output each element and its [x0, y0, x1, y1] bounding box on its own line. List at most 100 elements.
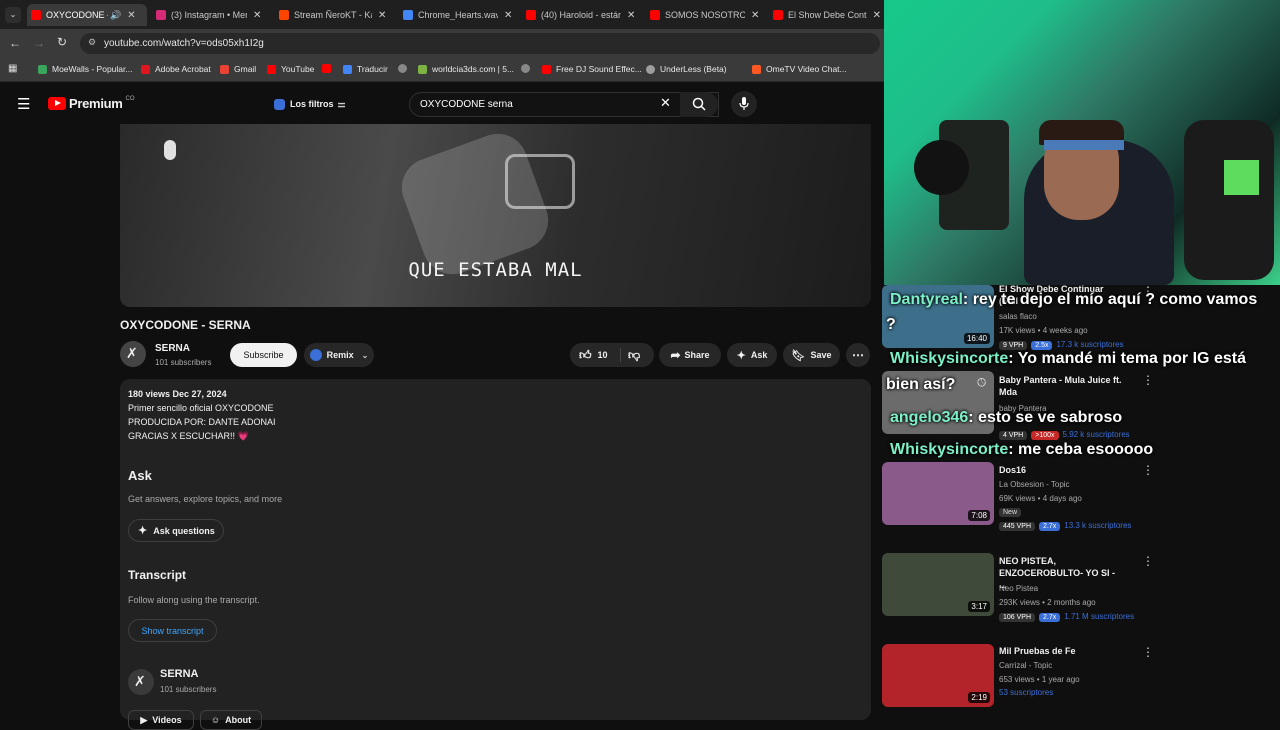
- close-icon[interactable]: ✕: [873, 10, 881, 21]
- bookmark-youtube[interactable]: YouTube: [267, 64, 314, 74]
- back-icon[interactable]: ←: [9, 36, 21, 50]
- tab-stream[interactable]: Stream ÑeroKT - Kan ✕: [275, 4, 395, 26]
- more-vertical-icon[interactable]: ⋮: [1142, 463, 1154, 477]
- stats-row: 106 VPH 2.7x 1.71 M suscriptores: [999, 612, 1134, 622]
- tab-oxycodone[interactable]: OXYCODONE - SE 🔊 ✕: [27, 4, 147, 26]
- bookmark-icon: [322, 64, 331, 73]
- channel-avatar[interactable]: ✗: [120, 341, 146, 367]
- video-thumbnail[interactable]: 3:17: [882, 553, 994, 616]
- subs-count: 5.92 k suscriptores: [1062, 430, 1130, 439]
- channel-name[interactable]: salas flaco: [999, 312, 1037, 321]
- video-title[interactable]: Dos16: [999, 464, 1124, 476]
- forward-icon[interactable]: →: [33, 36, 45, 50]
- video-player[interactable]: QUE ESTABA MAL: [120, 124, 871, 307]
- bookmark-label: Traducir: [357, 64, 388, 74]
- save-label: Save: [810, 350, 832, 360]
- close-icon[interactable]: ✕: [504, 10, 512, 21]
- close-icon[interactable]: ✕: [751, 10, 759, 21]
- apps-grid-icon[interactable]: ▦: [8, 63, 17, 74]
- bookmark-moewalls[interactable]: MoeWalls - Popular...: [38, 64, 132, 74]
- chat-text: : me ceba esooooo: [1008, 441, 1154, 458]
- video-meta: 69K views • 4 days ago: [999, 494, 1082, 503]
- chat-username: angelo346: [890, 409, 969, 426]
- search-button[interactable]: [680, 92, 718, 117]
- show-transcript-button[interactable]: Show transcript: [128, 619, 217, 642]
- close-icon[interactable]: ✕: [378, 10, 386, 21]
- channel-name[interactable]: Carrizal - Topic: [999, 661, 1052, 670]
- tab-drive[interactable]: Chrome_Hearts.wav ✕: [399, 4, 519, 26]
- ask-button[interactable]: ✦ Ask: [727, 343, 777, 367]
- video-frame-light: [164, 140, 176, 160]
- filters-button[interactable]: Los filtros ⚌: [274, 92, 346, 116]
- ask-subtitle: Get answers, explore topics, and more: [128, 494, 283, 504]
- bookmark-icon: [220, 64, 229, 74]
- video-title[interactable]: Baby Pantera - Mula Juice ft. Mda: [999, 374, 1124, 398]
- chat-text: : esto se ve sabroso: [968, 409, 1123, 426]
- remix-button[interactable]: Remix ⌄: [304, 343, 374, 367]
- tab-search-button[interactable]: ⌄: [5, 7, 21, 23]
- url-field[interactable]: ⚙ youtube.com/watch?v=ods05xh1I2g: [80, 33, 880, 54]
- bookmark-freedj[interactable]: Free DJ Sound Effec...: [542, 64, 642, 74]
- close-icon[interactable]: ✕: [627, 10, 635, 21]
- remix-icon: [309, 349, 322, 361]
- bookmark-acrobat[interactable]: Adobe Acrobat: [141, 64, 211, 74]
- video-thumbnail[interactable]: 2:19: [882, 644, 994, 707]
- clock-icon: 🕓︎: [977, 377, 986, 389]
- search-input[interactable]: OXYCODONE serna: [409, 92, 719, 117]
- channel-name[interactable]: Neo Pistea: [999, 584, 1038, 593]
- about-tab[interactable]: ☺ About: [200, 710, 262, 730]
- bookmark-icon: [542, 64, 551, 74]
- bookmark-globe-2[interactable]: [521, 64, 535, 73]
- dislike-icon[interactable]: 👎︎: [628, 348, 640, 363]
- site-info-icon[interactable]: ⚙: [88, 37, 96, 48]
- logo-text: Premium: [69, 96, 123, 111]
- save-button[interactable]: 🔖︎ Save: [783, 343, 840, 367]
- more-vertical-icon[interactable]: ⋮: [1142, 373, 1154, 387]
- bookmark-ometv[interactable]: OmeTV Video Chat...: [752, 64, 847, 74]
- video-thumbnail[interactable]: 7:08: [882, 462, 994, 525]
- stats-row: 53 suscriptores: [999, 688, 1053, 697]
- channel-avatar[interactable]: ✗: [128, 669, 154, 695]
- remix-label: Remix: [326, 350, 354, 360]
- ratio-chip: 2.5x: [1031, 341, 1053, 350]
- bookmark-underless[interactable]: UnderLess (Beta): [646, 64, 727, 74]
- video-title[interactable]: Mil Pruebas de Fe: [999, 645, 1124, 657]
- tab-haroloid[interactable]: (40) Haroloid - están ✕: [522, 4, 642, 26]
- reload-icon[interactable]: ↻: [57, 35, 67, 49]
- bookmark-worldcia[interactable]: worldcia3ds.com | 5...: [418, 64, 514, 74]
- tab-instagram[interactable]: (3) Instagram • Mens ✕: [152, 4, 272, 26]
- menu-icon[interactable]: ☰: [17, 95, 30, 113]
- subscribe-button[interactable]: Subscribe: [230, 343, 297, 367]
- speaker-icon[interactable]: 🔊: [110, 10, 121, 21]
- video-meta: 653 views • 1 year ago: [999, 675, 1080, 684]
- more-vertical-icon[interactable]: ⋮: [1142, 645, 1154, 659]
- voice-search-button[interactable]: [731, 91, 757, 117]
- share-button[interactable]: ➦ Share: [659, 343, 721, 367]
- more-actions-button[interactable]: ⋯: [846, 343, 870, 367]
- channel-name[interactable]: SERNA: [160, 668, 199, 680]
- clear-search-icon[interactable]: ✕: [660, 95, 671, 111]
- channel-name[interactable]: SERNA: [155, 343, 190, 354]
- more-vertical-icon[interactable]: ⋮: [1142, 554, 1154, 568]
- bookmark-gmail[interactable]: Gmail: [220, 64, 256, 74]
- tab-show[interactable]: El Show Debe Contin ✕: [769, 4, 881, 26]
- videos-tab[interactable]: ▶ Videos: [128, 710, 194, 730]
- bookmark-traducir[interactable]: Traducir: [343, 64, 388, 74]
- bookmark-globe[interactable]: [398, 64, 412, 73]
- chat-text: : Yo mandé mi tema por IG está: [1008, 350, 1246, 367]
- tab-label: OXYCODONE - SE: [46, 10, 108, 20]
- channel-name[interactable]: La Obsesion - Topic: [999, 480, 1070, 489]
- tab-label: Chrome_Hearts.wav: [418, 10, 498, 20]
- ask-questions-button[interactable]: ✦ Ask questions: [128, 519, 224, 542]
- description-panel[interactable]: 180 views Dec 27, 2024 Primer sencillo o…: [120, 379, 871, 730]
- like-icon[interactable]: 👍︎: [579, 348, 592, 363]
- close-icon[interactable]: ✕: [127, 10, 135, 21]
- ratio-chip: 2.7x: [1039, 522, 1061, 531]
- youtube-logo[interactable]: Premium CO: [48, 96, 135, 111]
- ask-heading: Ask: [128, 468, 152, 483]
- tab-somos[interactable]: SOMOS NOSOTROS ✕: [646, 4, 766, 26]
- videos-label: Videos: [152, 715, 182, 725]
- close-icon[interactable]: ✕: [253, 10, 261, 21]
- video-frame-watch: [505, 154, 575, 209]
- bookmark-separator-yt[interactable]: [322, 64, 336, 73]
